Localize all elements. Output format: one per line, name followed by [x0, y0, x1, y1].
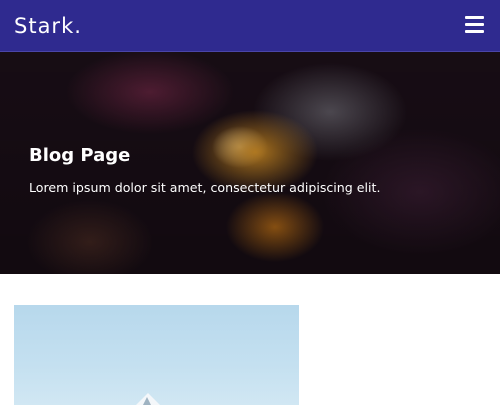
hamburger-bar-middle: [465, 23, 484, 26]
hamburger-bar-bottom: [465, 30, 484, 33]
page-title: Blog Page: [29, 145, 131, 166]
page-subtitle: Lorem ipsum dolor sit amet, consectetur …: [29, 180, 381, 195]
blog-post-image[interactable]: [14, 305, 299, 405]
hero-banner: Blog Page Lorem ipsum dolor sit amet, co…: [0, 52, 500, 274]
mountain-peak-shadow: [142, 397, 152, 405]
hamburger-menu-button[interactable]: [465, 16, 484, 34]
hamburger-bar-top: [465, 16, 484, 19]
top-navbar: Stark.: [0, 0, 500, 52]
brand-logo[interactable]: Stark.: [14, 12, 82, 40]
blog-post-card[interactable]: [14, 305, 299, 405]
